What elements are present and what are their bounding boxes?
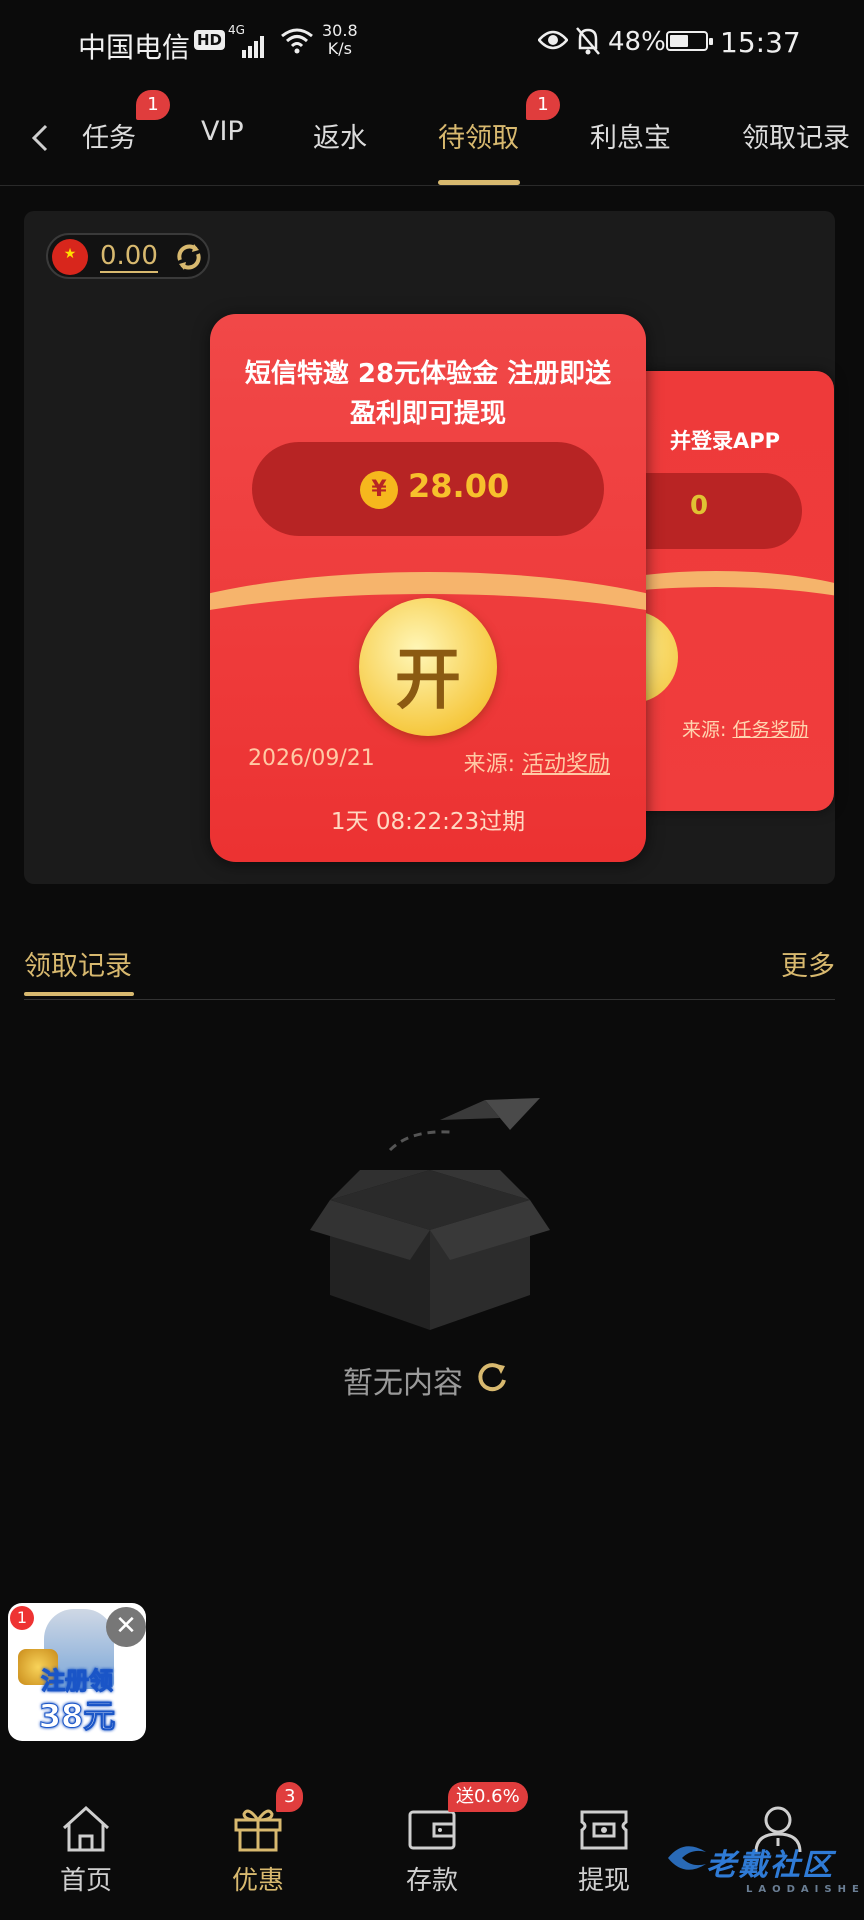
packet-secondary-source-link[interactable]: 任务奖励 [732, 719, 808, 741]
nav-deposit[interactable]: 存款 [372, 1804, 492, 1904]
promo-line2: 38元 [38, 1697, 116, 1736]
open-label: 开 [395, 641, 461, 718]
tab-interest[interactable]: 利息宝 [590, 116, 671, 155]
hd-indicator: HD [194, 30, 226, 50]
nav-home-label: 首页 [59, 1866, 112, 1896]
refresh-icon[interactable] [474, 1358, 510, 1394]
tab-claim-records[interactable]: 领取记录 [742, 116, 850, 155]
close-promo-button[interactable]: ✕ [106, 1607, 146, 1647]
nav-offers-label: 优惠 [231, 1866, 284, 1896]
source-prefix: 来源: [682, 719, 733, 741]
watermark-logo-icon [668, 1846, 706, 1870]
packet-title: 短信特邀 28元体验金 注册即送 盈利即可提现 [244, 359, 612, 429]
watermark-text: 老戴社区 [706, 1848, 834, 1883]
yen-icon: ¥ [360, 471, 398, 509]
packet-amount-pill: ¥ 28.00 [252, 442, 604, 536]
nav-deposit-badge: 送0.6% [448, 1782, 528, 1812]
promo-badge: 1 [10, 1606, 34, 1630]
battery-percent: 48% [608, 27, 666, 57]
back-chevron-icon[interactable] [26, 118, 56, 158]
red-packet-secondary[interactable]: 并登录APP 0 开 来源: 任务奖励 [626, 371, 834, 811]
tab-tasks[interactable]: 任务 [82, 116, 136, 155]
open-packet-button[interactable]: 开 [359, 598, 497, 736]
source-prefix: 来源: [463, 752, 522, 777]
network-type: 4G [228, 23, 245, 37]
nav-offers-badge: 3 [276, 1782, 304, 1812]
nav-withdraw[interactable]: 提现 [544, 1804, 664, 1904]
packet-source: 来源: 活动奖励 [464, 746, 610, 778]
tab-vip[interactable]: VIP [201, 116, 244, 147]
red-packet-main[interactable]: 短信特邀 28元体验金 注册即送 盈利即可提现 ¥ 28.00 开 2026/0… [210, 314, 646, 862]
packet-secondary-amount-pill: 0 [626, 473, 802, 549]
records-more-link[interactable]: 更多 [781, 944, 835, 983]
bell-muted-icon [576, 27, 600, 55]
watermark-subtext: LAODAISHEQU [746, 1884, 864, 1895]
china-flag-icon: ★ [52, 239, 88, 275]
watermark: 老戴社区 LAODAISHEQU [706, 1840, 864, 1895]
nav-offers[interactable]: 优惠 [198, 1804, 318, 1904]
balance-value[interactable]: 0.00 [100, 241, 158, 273]
tab-tasks-badge: 1 [136, 90, 170, 120]
records-title[interactable]: 领取记录 [24, 944, 132, 983]
packet-secondary-amount: 0 [690, 491, 709, 521]
speed-value: 30.8 [322, 21, 358, 40]
records-header: 领取记录 更多 [24, 940, 835, 1000]
clock: 15:37 [720, 26, 801, 59]
packet-date: 2026/09/21 [248, 746, 375, 771]
tab-pending-badge: 1 [526, 90, 560, 120]
refresh-balance-icon[interactable] [172, 240, 206, 274]
empty-state-text: 暂无内容 [343, 1366, 463, 1401]
nav-deposit-label: 存款 [405, 1866, 458, 1896]
empty-box-illustration [310, 1098, 550, 1330]
network-speed: 30.8 K/s [322, 22, 358, 58]
signal-icon: 4G [228, 24, 266, 60]
red-packet-panel: ★ 0.00 并登录APP 0 开 来源: 任务奖励 短信特邀 28元体验金 注… [24, 211, 835, 884]
battery-icon [666, 31, 713, 51]
nav-withdraw-label: 提现 [577, 1866, 630, 1896]
tab-rebate[interactable]: 返水 [313, 116, 367, 155]
packet-amount: 28.00 [408, 467, 510, 505]
top-tab-bar: 任务 1 VIP 返水 待领取 1 利息宝 领取记录 [0, 90, 864, 186]
nav-home[interactable]: 首页 [26, 1804, 146, 1904]
active-tab-indicator [438, 180, 520, 185]
speed-unit: K/s [327, 39, 352, 58]
packet-secondary-title: 并登录APP [670, 429, 781, 453]
eye-icon [538, 30, 568, 50]
records-underline [24, 992, 134, 996]
home-icon [62, 1805, 110, 1852]
packet-source-link[interactable]: 活动奖励 [522, 752, 610, 777]
packet-expiry: 1天 08:22:23过期 [330, 809, 526, 835]
status-bar: 中国电信 HD 4G 30.8 K/s 48% 15:37 [0, 0, 864, 84]
wifi-icon [281, 28, 313, 54]
packet-secondary-source: 来源: 任务奖励 [682, 715, 808, 742]
balance-pill: ★ 0.00 [46, 233, 210, 279]
carrier-name: 中国电信 [78, 31, 191, 64]
tab-pending[interactable]: 待领取 [438, 116, 519, 155]
withdraw-icon [580, 1810, 628, 1850]
